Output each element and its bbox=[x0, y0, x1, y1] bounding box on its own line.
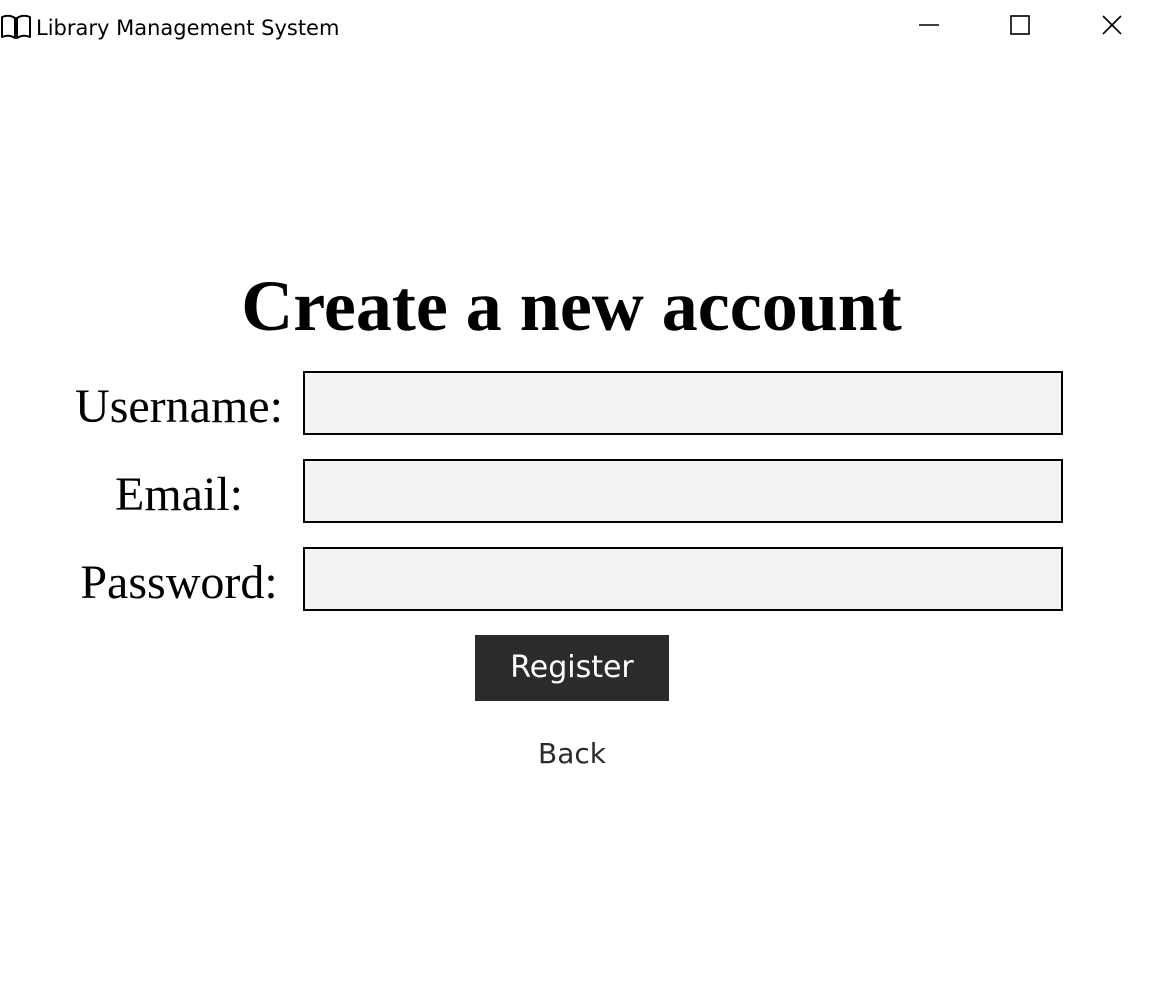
close-icon bbox=[1101, 14, 1123, 41]
window-title: Library Management System bbox=[36, 16, 340, 40]
minimize-button[interactable] bbox=[883, 0, 975, 54]
email-field[interactable] bbox=[303, 459, 1063, 523]
password-field[interactable] bbox=[303, 547, 1063, 611]
close-button[interactable] bbox=[1066, 0, 1157, 54]
maximize-icon bbox=[1009, 14, 1031, 41]
app-window: Library Management System Create a new a… bbox=[0, 0, 1157, 983]
open-book-icon bbox=[0, 13, 32, 41]
register-button[interactable]: Register bbox=[475, 635, 669, 701]
username-label: Username: bbox=[75, 380, 283, 433]
page-title: Create a new account bbox=[241, 266, 902, 346]
maximize-button[interactable] bbox=[974, 0, 1066, 54]
password-label: Password: bbox=[80, 556, 278, 609]
back-link[interactable]: Back bbox=[472, 732, 672, 776]
username-field[interactable] bbox=[303, 371, 1063, 435]
minimize-icon bbox=[918, 14, 940, 41]
email-label: Email: bbox=[115, 468, 243, 521]
title-bar[interactable]: Library Management System bbox=[0, 0, 1157, 54]
